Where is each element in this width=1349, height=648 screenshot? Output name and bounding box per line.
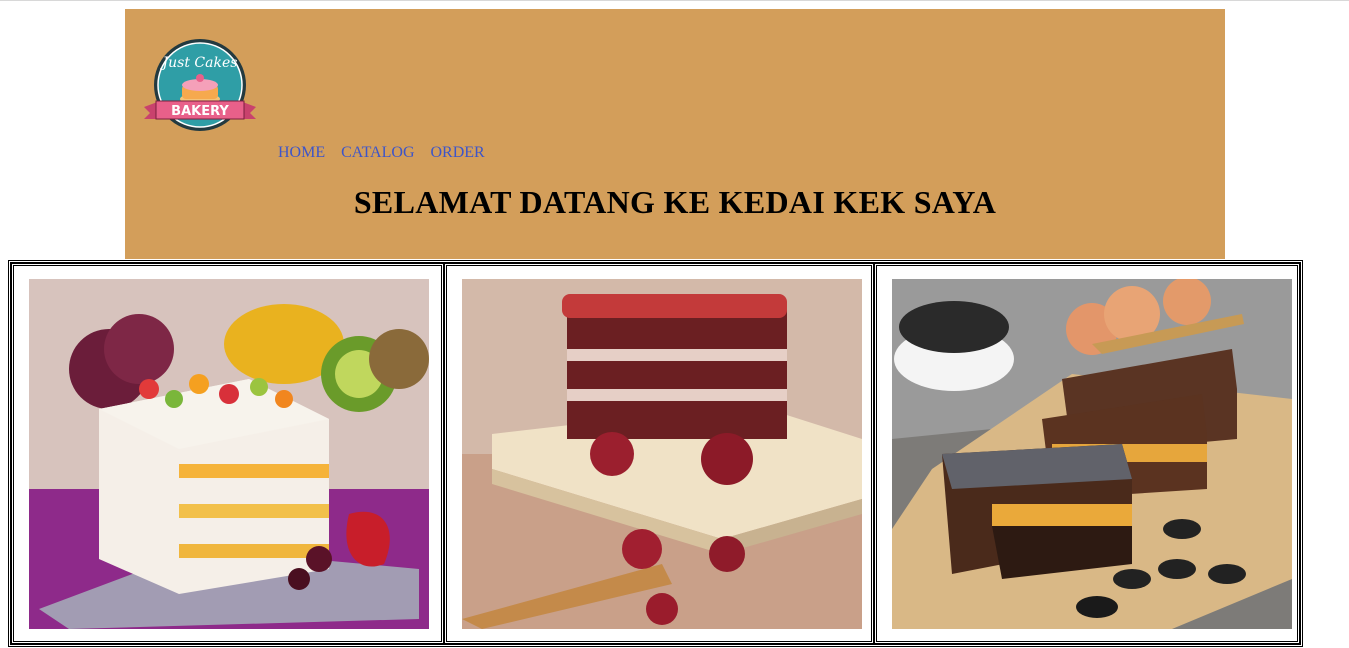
chocolate-mousse-cake-image[interactable]: [892, 279, 1292, 629]
logo-line1: Just Cakes: [160, 55, 238, 71]
gallery-cell-1: [11, 263, 444, 644]
page-title: SELAMAT DATANG KE KEDAI KEK SAYA: [353, 184, 997, 220]
nav-order-link[interactable]: ORDER: [431, 144, 485, 161]
fruit-cake-image[interactable]: [29, 279, 429, 629]
main-nav: HOME CATALOG ORDER: [278, 144, 497, 162]
logo-line2: BAKERY: [171, 104, 229, 119]
nav-home-link[interactable]: HOME: [278, 144, 325, 161]
red-velvet-cake-image[interactable]: [462, 279, 862, 629]
browser-top-line: [0, 0, 1349, 1]
site-header: Just Cakes BAKERY HOME CATALOG ORDER SEL…: [125, 9, 1225, 259]
gallery-cell-3: [874, 263, 1300, 644]
gallery-cell-2: [444, 263, 874, 644]
just-cakes-logo[interactable]: Just Cakes BAKERY: [142, 37, 258, 133]
cake-gallery-table: [8, 260, 1303, 647]
nav-catalog-link[interactable]: CATALOG: [341, 144, 414, 161]
